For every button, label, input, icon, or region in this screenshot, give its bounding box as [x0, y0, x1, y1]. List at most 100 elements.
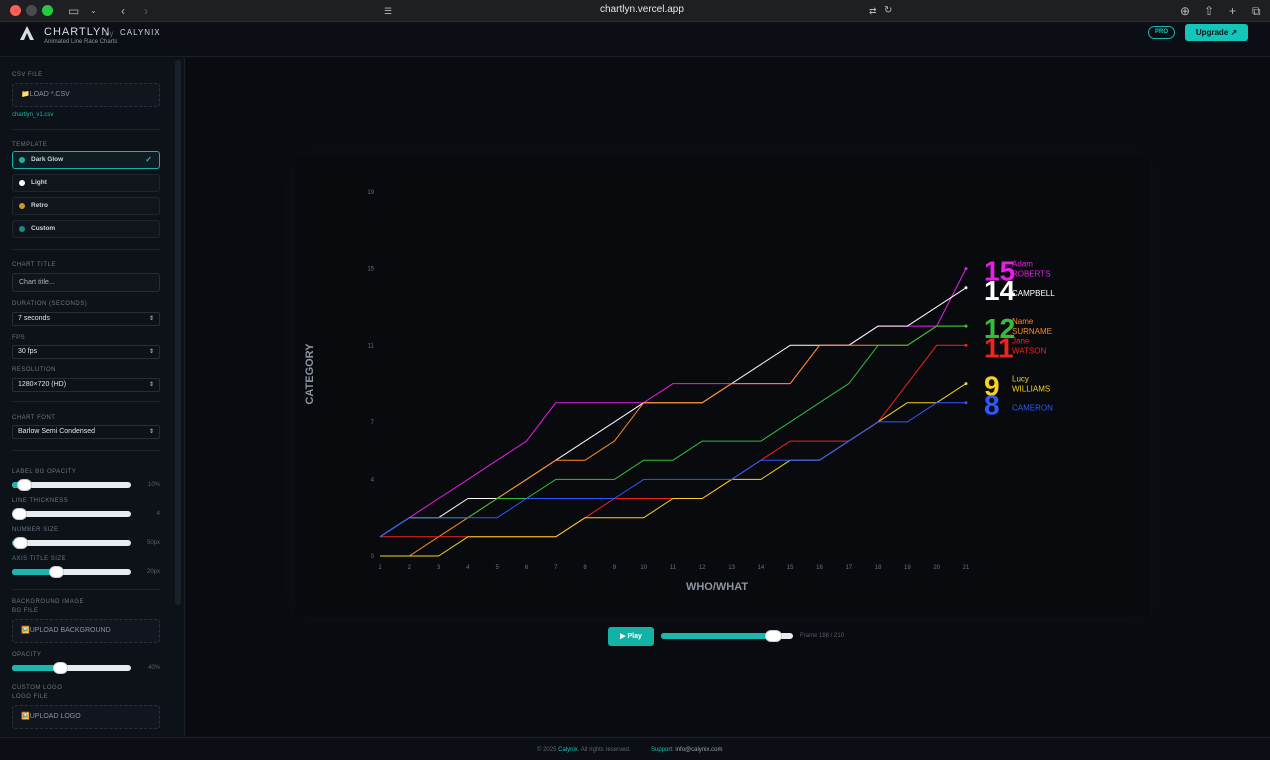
- address-bar[interactable]: chartlyn.vercel.app: [600, 4, 684, 15]
- axis-title-size-value: 20px: [146, 569, 160, 575]
- support-email-link[interactable]: info@calynix.com: [675, 747, 722, 753]
- label-bg-opacity-value: 10%: [147, 482, 160, 488]
- divider: [12, 450, 160, 451]
- pro-badge: PRO: [1148, 26, 1175, 39]
- template-label-text: Dark Glow: [31, 156, 64, 163]
- custom-logo-label: CUSTOM LOGO: [12, 685, 63, 691]
- page-menu-icon[interactable]: ☰: [384, 3, 392, 19]
- company-name: CALYNIX: [120, 28, 161, 37]
- number-size-slider[interactable]: [12, 537, 131, 549]
- back-icon[interactable]: ‹: [121, 3, 125, 19]
- label-bg-opacity-slider[interactable]: [12, 479, 131, 491]
- background-image-label: BACKGROUND IMAGE: [12, 599, 85, 605]
- chart-frame: [295, 155, 1150, 617]
- line-thickness-value: 4: [156, 511, 160, 517]
- scrubber-knob[interactable]: [765, 630, 783, 642]
- browser-toolbar: ▭ ⌄ ‹ › ☰ chartlyn.vercel.app ⇄ ↻ ⊕ ⇧ + …: [0, 0, 1270, 22]
- csv-file-label: CSV FILE: [12, 72, 43, 78]
- frame-counter: Frame 188 / 210: [800, 633, 845, 639]
- slider-knob[interactable]: [12, 508, 28, 520]
- template-label-text: Light: [31, 179, 47, 186]
- chevron-updown-icon: ⇕: [148, 316, 154, 322]
- copyright-text: © 2025 Calynix. All rights reserved.: [537, 747, 630, 753]
- opacity-slider[interactable]: [12, 662, 131, 674]
- footer-brand-link[interactable]: Calynix: [558, 747, 578, 753]
- new-tab-icon[interactable]: +: [1229, 3, 1236, 19]
- axis-title-size-label: AXIS TITLE SIZE: [12, 556, 67, 562]
- brand-by: by: [105, 29, 114, 38]
- copyright-suffix: . All rights reserved.: [577, 747, 631, 753]
- app-subtitle: Animated Line Race Charts: [44, 39, 118, 45]
- template-swatch-icon: [19, 157, 25, 163]
- opacity-value: 40%: [147, 665, 160, 671]
- share-icon[interactable]: ⇧: [1204, 3, 1214, 19]
- close-window-button[interactable]: [10, 5, 21, 16]
- chevron-down-icon[interactable]: ⌄: [90, 3, 97, 19]
- download-icon[interactable]: ⊕: [1180, 3, 1190, 19]
- fps-value: 30 fps: [18, 348, 38, 355]
- tab-overview-icon[interactable]: ⧉: [1252, 3, 1261, 19]
- divider: [12, 401, 160, 402]
- label-bg-opacity-label: LABEL BG OPACITY: [12, 469, 77, 475]
- template-label-text: Retro: [31, 202, 48, 209]
- upgrade-button[interactable]: Upgrade ↗: [1185, 24, 1248, 41]
- duration-select[interactable]: 7 seconds ⇕: [12, 312, 160, 326]
- resolution-select[interactable]: 1280×720 (HD) ⇕: [12, 378, 160, 392]
- resolution-label: RESOLUTION: [12, 367, 57, 373]
- chart-title-label: CHART TITLE: [12, 262, 56, 268]
- template-swatch-icon: [19, 203, 25, 209]
- chart-font-label: CHART FONT: [12, 415, 56, 421]
- timeline-scrubber[interactable]: [661, 630, 793, 642]
- divider: [12, 249, 160, 250]
- sidebar-scrollbar[interactable]: [175, 60, 181, 605]
- chart-title-input[interactable]: Chart title...: [12, 273, 160, 292]
- background-upload-dropzone[interactable]: 🖼️UPLOAD BACKGROUND: [12, 619, 160, 643]
- slider-knob[interactable]: [16, 479, 32, 491]
- slider-knob[interactable]: [52, 662, 68, 674]
- template-label-text: Custom: [31, 225, 56, 232]
- number-size-label: NUMBER SIZE: [12, 527, 59, 533]
- duration-label: DURATION (SECONDS): [12, 301, 88, 307]
- opacity-label: OPACITY: [12, 652, 42, 658]
- play-button[interactable]: ▶ Play: [608, 627, 654, 646]
- template-label: TEMPLATE: [12, 142, 48, 148]
- logo-icon: [20, 26, 34, 40]
- app-header: CHARTLYN by CALYNIX Animated Line Race C…: [0, 22, 1270, 57]
- logo-upload-dropzone[interactable]: 🖼️UPLOAD LOGO: [12, 705, 160, 729]
- line-thickness-label: LINE THICKNESS: [12, 498, 69, 504]
- chevron-updown-icon: ⇕: [148, 429, 154, 435]
- line-thickness-slider[interactable]: [12, 508, 131, 520]
- template-option-retro[interactable]: Retro: [12, 197, 160, 215]
- minimize-window-button[interactable]: [26, 5, 37, 16]
- template-option-light[interactable]: Light: [12, 174, 160, 192]
- scrubber-fill: [661, 633, 774, 639]
- csv-upload-dropzone[interactable]: 📁LOAD *.CSV: [12, 83, 160, 107]
- slider-knob[interactable]: [13, 537, 29, 549]
- chart-font-select[interactable]: Barlow Semi Condensed ⇕: [12, 425, 160, 439]
- settings-sidebar: CSV FILE 📁LOAD *.CSV chartlyn_v1.csv TEM…: [0, 58, 185, 736]
- zoom-window-button[interactable]: [42, 5, 53, 16]
- chevron-updown-icon: ⇕: [148, 382, 154, 388]
- copyright-prefix: © 2025: [537, 747, 559, 753]
- template-option-custom[interactable]: Custom: [12, 220, 160, 238]
- chevron-updown-icon: ⇕: [148, 349, 154, 355]
- bg-file-label: BG FILE: [12, 608, 39, 614]
- translate-icon[interactable]: ⇄: [869, 3, 877, 19]
- duration-value: 7 seconds: [18, 315, 50, 322]
- slider-knob[interactable]: [49, 566, 65, 578]
- logo-file-label: LOGO FILE: [12, 694, 49, 700]
- template-swatch-icon: [19, 180, 25, 186]
- axis-title-size-slider[interactable]: [12, 566, 131, 578]
- support-text: Support: info@calynix.com: [651, 747, 722, 753]
- template-option-dark-glow[interactable]: Dark Glow ✓: [12, 151, 160, 169]
- csv-file-name[interactable]: chartlyn_v1.csv: [12, 112, 53, 118]
- forward-icon[interactable]: ›: [144, 3, 148, 19]
- reload-icon[interactable]: ↻: [884, 3, 892, 19]
- resolution-value: 1280×720 (HD): [18, 381, 67, 388]
- brand-name: CHARTLYN: [44, 26, 111, 38]
- divider: [12, 589, 160, 590]
- check-icon: ✓: [145, 155, 152, 164]
- sidebar-toggle-icon[interactable]: ▭: [68, 3, 79, 19]
- support-label: Support:: [651, 747, 674, 753]
- fps-select[interactable]: 30 fps ⇕: [12, 345, 160, 359]
